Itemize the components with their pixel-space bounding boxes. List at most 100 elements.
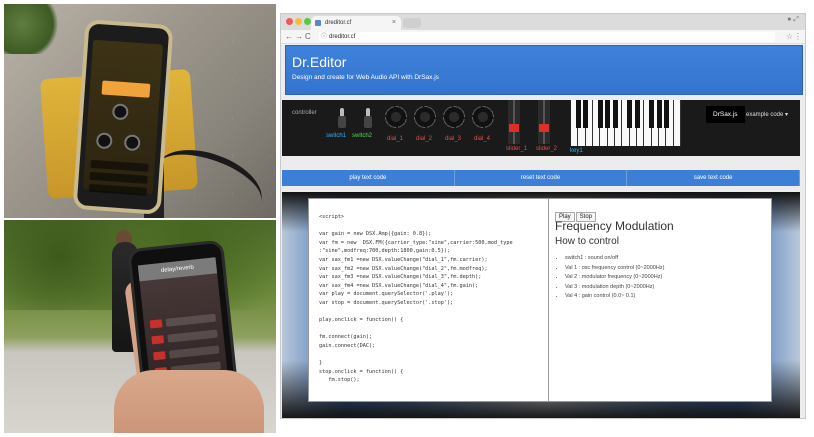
tree-foliage xyxy=(4,4,64,54)
switch-body xyxy=(364,116,372,128)
forward-icon[interactable]: → xyxy=(295,30,303,44)
slider-2[interactable] xyxy=(538,100,550,144)
photo-phone-on-stand xyxy=(4,4,276,218)
slider-handle[interactable] xyxy=(539,124,549,132)
slider-label-1: slider_1 xyxy=(506,146,528,152)
preview-title: Frequency Modulation xyxy=(555,219,674,233)
code-line: var sax_fm4 =new DSX.valueChange("dial_4… xyxy=(319,282,479,289)
code-line: } xyxy=(319,360,323,367)
code-line: var gain = new DSX.Amp({gain: 0.8}); xyxy=(319,231,432,238)
black-key[interactable] xyxy=(634,100,640,128)
hand xyxy=(114,370,264,433)
code-line: :"sine",modfreq:700,depth:1800,gain:0.5}… xyxy=(319,248,451,255)
dial-knob-3[interactable] xyxy=(443,106,465,128)
figure-root: delay/reverb dreditor.cf × ● ⤢ ← → C ⓘ d… xyxy=(0,0,814,437)
dial-knob-2[interactable] xyxy=(414,106,436,128)
screen-row xyxy=(168,345,220,359)
save-text-code-button[interactable]: save text code xyxy=(627,170,801,186)
app-subtitle: Design and create for Web Audio API with… xyxy=(292,74,439,81)
screen-row xyxy=(90,159,149,172)
dial-label-2: dial_2 xyxy=(416,136,433,142)
address-bar[interactable]: ⓘ dreditor.cf xyxy=(319,32,775,42)
black-key[interactable] xyxy=(597,100,603,128)
orange-button xyxy=(101,80,151,98)
code-line: var sax_fm2 =new DSX.valueChange("dial_2… xyxy=(319,265,488,272)
favicon-icon xyxy=(315,20,321,26)
black-key[interactable] xyxy=(663,100,669,128)
play-text-code-button[interactable]: play text code xyxy=(282,170,455,186)
dial-label-4: dial_4 xyxy=(474,136,491,142)
black-key[interactable] xyxy=(656,100,662,128)
code-line: fm.stop(); xyxy=(319,377,360,384)
code-line: <script> xyxy=(319,214,344,220)
maximize-window-icon[interactable] xyxy=(304,18,311,25)
control-item: switch1 : sound on/off xyxy=(565,254,664,264)
black-key[interactable] xyxy=(583,100,589,128)
url-text: dreditor.cf xyxy=(329,34,356,40)
bookmark-star-icon[interactable]: ☆ xyxy=(786,30,793,44)
code-line: var sax_fm3 =new DSX.valueChange("dial_3… xyxy=(319,274,482,281)
close-window-icon[interactable] xyxy=(286,18,293,25)
smartphone xyxy=(72,19,174,215)
dial-knob-1[interactable] xyxy=(385,106,407,128)
tab-title: dreditor.cf xyxy=(325,20,352,26)
black-key[interactable] xyxy=(605,100,611,128)
code-line: var play = document.querySelector('.play… xyxy=(319,291,454,298)
keyboard-label: key1 xyxy=(570,148,583,154)
dial-knob-4[interactable] xyxy=(472,106,494,128)
close-tab-icon[interactable]: × xyxy=(392,16,396,30)
switch-label-1: switch1 xyxy=(326,133,347,139)
reload-icon[interactable]: C xyxy=(305,30,311,44)
toggle-switch-2[interactable] xyxy=(362,108,374,130)
black-key[interactable] xyxy=(627,100,633,128)
screen-header: delay/reverb xyxy=(137,257,218,282)
slider-1[interactable] xyxy=(508,100,520,144)
info-icon: ⓘ xyxy=(321,34,328,40)
photo-hand-holding-phone: delay/reverb xyxy=(4,220,276,433)
black-key[interactable] xyxy=(575,100,581,128)
toggle-switch-1[interactable] xyxy=(336,108,348,130)
code-text[interactable]: <script> var gain = new DSX.Amp({gain: 0… xyxy=(319,213,545,385)
switch-label-2: switch2 xyxy=(352,133,373,139)
app-title: Dr.Editor xyxy=(292,54,347,70)
code-editor[interactable]: <script> var gain = new DSX.Amp({gain: 0… xyxy=(308,198,554,402)
browser-toolbar: ← → C ⓘ dreditor.cf ☆ ⋮ xyxy=(281,30,805,44)
code-line: var sax_fm1 =new DSX.valueChange("dial_1… xyxy=(319,256,488,263)
browser-tab[interactable]: dreditor.cf × xyxy=(311,16,401,30)
page-viewport: Dr.Editor Design and create for Web Audi… xyxy=(281,45,805,418)
control-item: Val 2 : modulator frequency (0~2000Hz) xyxy=(565,273,664,283)
code-line: play.onclick = function() { xyxy=(319,317,404,324)
control-item: Val 4 : gain control (0.0~ 0.1) xyxy=(565,292,664,302)
back-icon[interactable]: ← xyxy=(285,30,293,44)
black-key[interactable] xyxy=(612,100,618,128)
minimize-window-icon[interactable] xyxy=(295,18,302,25)
switch-body xyxy=(338,116,346,128)
menu-icon[interactable]: ⋮ xyxy=(794,30,802,44)
action-bar: play text code reset text code save text… xyxy=(282,170,801,186)
example-code-dropdown[interactable]: example code ▾ xyxy=(746,111,788,118)
app-header: Dr.Editor Design and create for Web Audi… xyxy=(285,45,803,95)
slider-handle[interactable] xyxy=(509,124,519,132)
knob-icon xyxy=(95,132,113,150)
knob-icon xyxy=(111,103,129,121)
control-item: Val 3 : modulation depth (0~2000Hz) xyxy=(565,283,664,293)
drsax-badge: DrSax.js xyxy=(706,106,745,123)
slider-rail xyxy=(543,100,545,144)
white-key[interactable] xyxy=(673,100,681,146)
screen-row xyxy=(165,313,217,327)
code-line: var fm = new DSX.FM({carrier_type:"sine"… xyxy=(319,239,513,246)
profile-icon[interactable]: ● ⤢ xyxy=(787,16,799,24)
red-button xyxy=(149,319,163,329)
controller-label: controller xyxy=(292,110,317,116)
reset-text-code-button[interactable]: reset text code xyxy=(455,170,628,186)
piano-keyboard[interactable] xyxy=(570,100,681,146)
black-key[interactable] xyxy=(649,100,655,128)
control-item: Val 1 : osc frequency control (0~2000Hz) xyxy=(565,264,664,274)
new-tab-button[interactable] xyxy=(403,18,421,28)
preview-panel: Play Stop Frequency Modulation How to con… xyxy=(548,198,772,402)
code-line: gain.connect(DAC); xyxy=(319,342,376,349)
